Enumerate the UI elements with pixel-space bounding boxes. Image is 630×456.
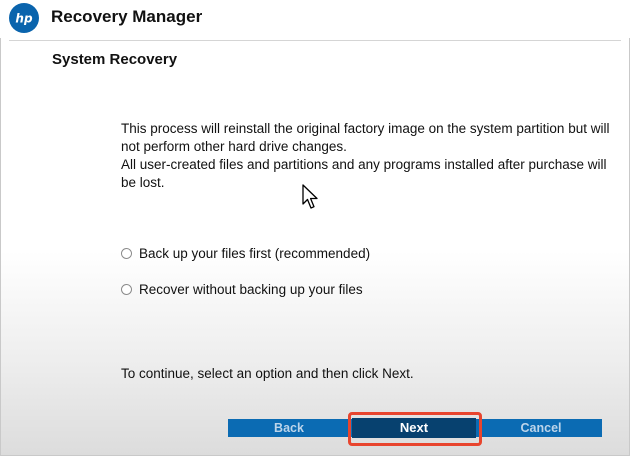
radio-backup-first[interactable] xyxy=(121,248,132,259)
hp-logo: hp xyxy=(9,3,39,33)
app-header: hp Recovery Manager xyxy=(0,0,630,38)
next-button-highlight xyxy=(348,412,482,446)
app-title: Recovery Manager xyxy=(51,7,203,26)
svg-text:hp: hp xyxy=(15,12,33,26)
cancel-button[interactable]: Cancel xyxy=(480,419,602,437)
option-recover-without-backup[interactable]: Recover without backing up your files xyxy=(121,282,363,297)
description: This process will reinstall the original… xyxy=(121,120,611,192)
instruction-text: To continue, select an option and then c… xyxy=(121,366,414,381)
description-line-1: This process will reinstall the original… xyxy=(121,121,610,154)
page-title: System Recovery xyxy=(52,51,178,68)
header-divider xyxy=(9,40,621,41)
option-recover-without-backup-label: Recover without backing up your files xyxy=(139,282,363,297)
window-frame xyxy=(0,0,630,456)
mouse-pointer-icon xyxy=(302,184,320,215)
description-line-2: All user-created files and partitions an… xyxy=(121,157,607,190)
option-backup-first-label: Back up your files first (recommended) xyxy=(139,246,371,261)
radio-recover-without-backup[interactable] xyxy=(121,284,132,295)
back-button[interactable]: Back xyxy=(228,419,350,437)
option-backup-first[interactable]: Back up your files first (recommended) xyxy=(121,246,370,261)
